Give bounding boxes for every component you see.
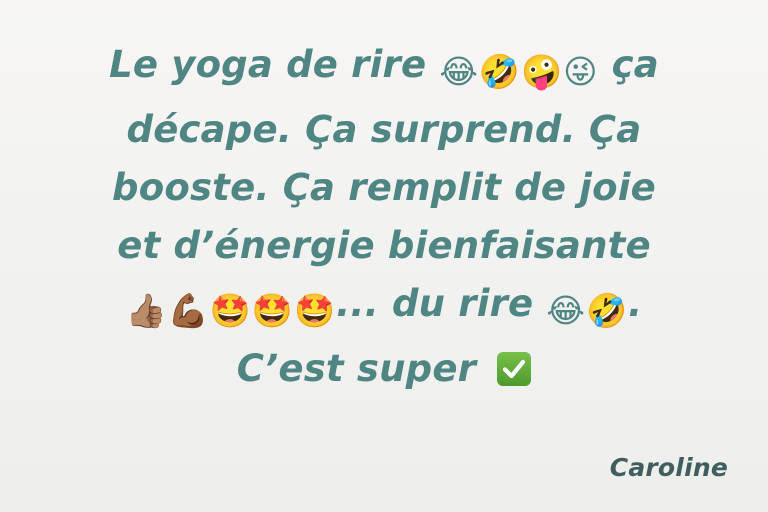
author-signature: Caroline [609, 453, 728, 482]
check-mark-button-icon [497, 352, 532, 386]
quote-line-1: Le yoga de rire 😂🤣🤪😜 ça [20, 36, 748, 101]
quote-text-line-6: C’est super [236, 347, 477, 390]
quote-text-line-5: ... du rire [336, 282, 534, 325]
quote-end-line-5: . [628, 282, 643, 325]
quote-line-4: et d’énergie bienfaisante [20, 217, 748, 275]
quote-line-5: 👍🏽💪🏾🤩🤩🤩... du rire 😂🤣. [20, 275, 748, 340]
laughing-emoji-group-icon: 😂🤣🤪😜 [439, 52, 599, 91]
quote-text-line-1: Le yoga de rire [109, 43, 427, 86]
quote-line-2: décape. Ça surprend. Ça [20, 101, 748, 159]
quote-tail-line-1: ça [611, 43, 659, 86]
testimonial-quote: Le yoga de rire 😂🤣🤪😜 ça décape. Ça surpr… [20, 36, 748, 398]
thumbs-muscle-star-eyes-emoji-group-icon: 👍🏽💪🏾🤩🤩🤩 [125, 291, 337, 330]
quote-text-line-3: booste. Ça remplit de joie [112, 166, 656, 209]
quote-line-3: booste. Ça remplit de joie [20, 159, 748, 217]
quote-line-6: C’est super [20, 340, 748, 398]
check-mark-glyph-icon [503, 359, 526, 379]
quote-text-line-4: et d’énergie bienfaisante [117, 224, 651, 267]
laughing-emoji-pair-icon: 😂🤣 [546, 291, 629, 330]
quote-text-line-2: décape. Ça surprend. Ça [126, 108, 642, 151]
